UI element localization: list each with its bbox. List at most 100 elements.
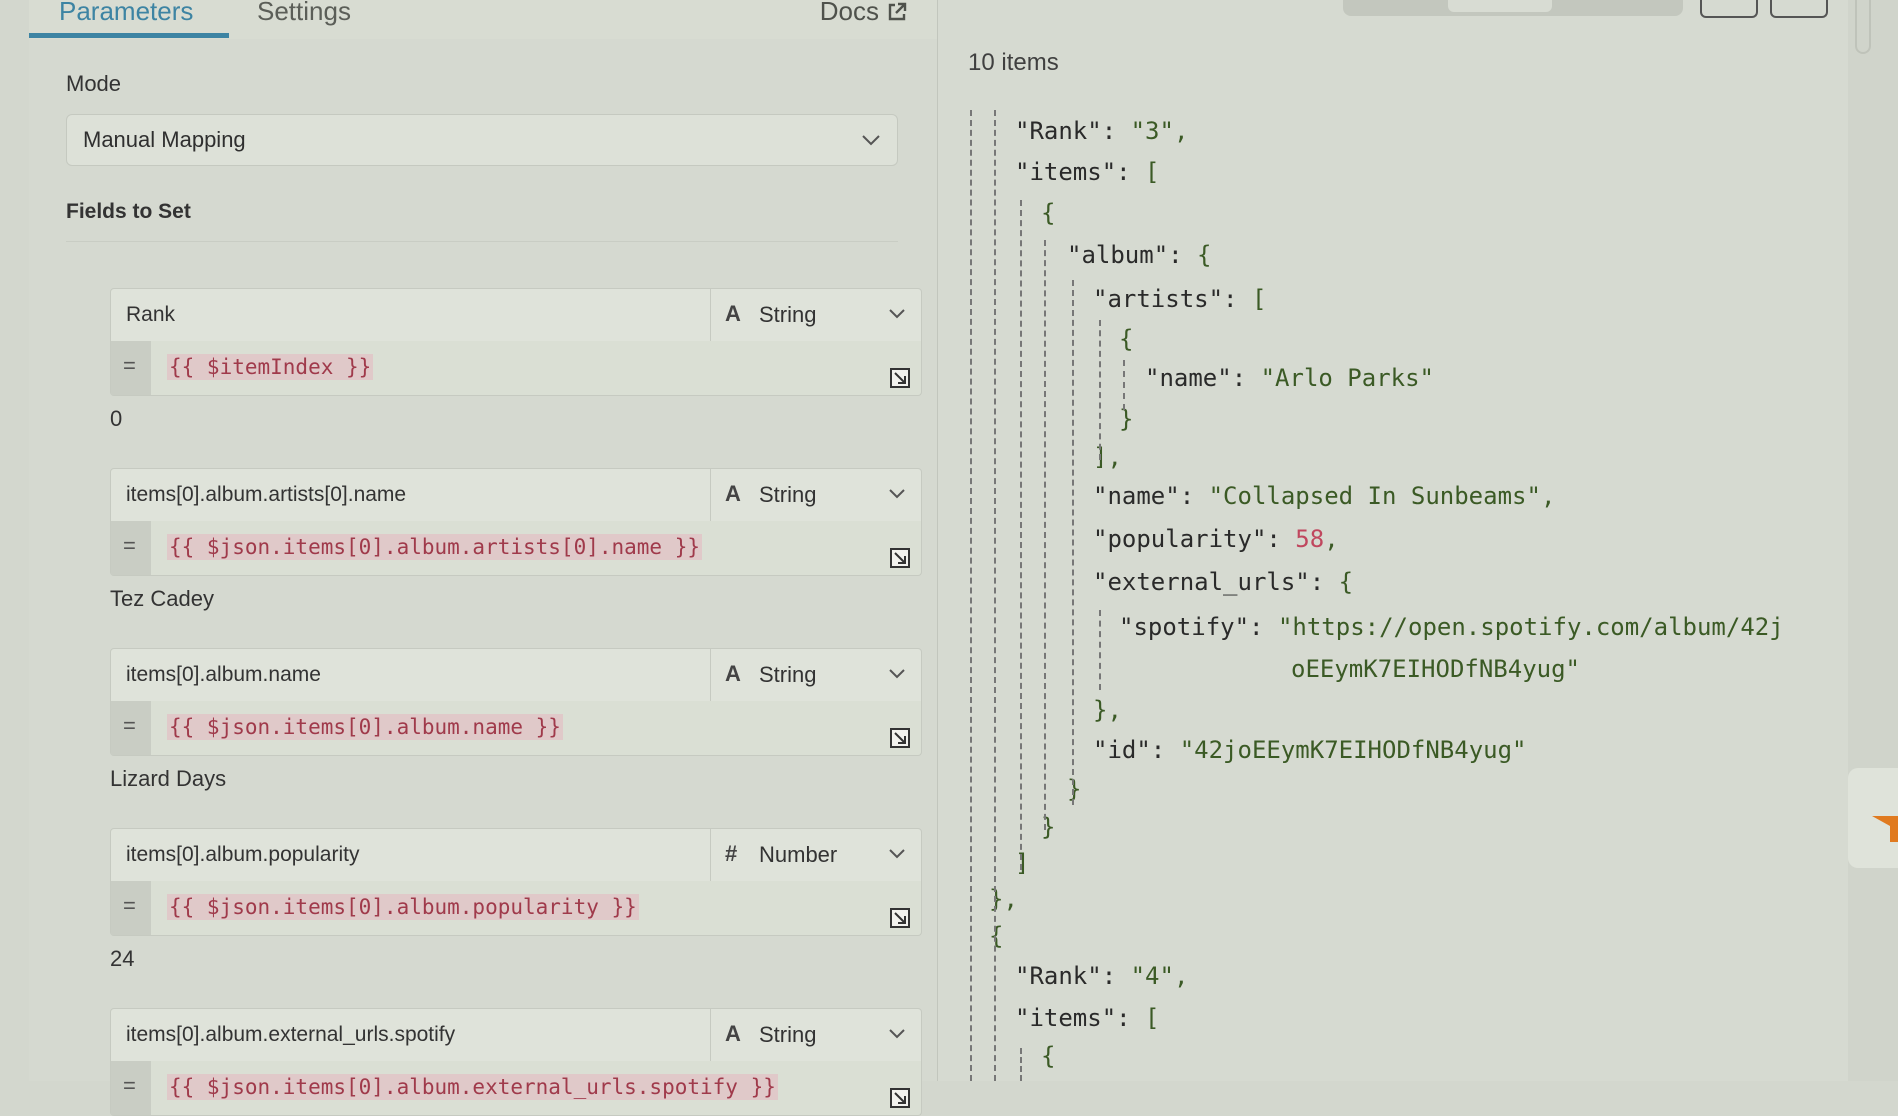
field-value-input[interactable]: = {{ $json.items[0].album.artists[0].nam… — [110, 521, 922, 576]
output-panel: "Rank": "3", "items": [{"album": {"artist… — [937, 0, 1849, 1081]
expand-icon[interactable] — [889, 1087, 911, 1109]
field-type-select[interactable]: A String — [710, 469, 922, 521]
field-name-input[interactable]: Rank A String — [110, 288, 922, 342]
floating-panel-button[interactable] — [1848, 768, 1898, 868]
json-line: "name": "Arlo Parks" — [1145, 364, 1434, 392]
field-name: Rank — [126, 303, 176, 326]
field-type-select[interactable]: A String — [710, 1009, 922, 1061]
field-expression: {{ $json.items[0].album.external_urls.sp… — [167, 1074, 778, 1100]
chevron-down-icon — [862, 135, 880, 146]
indent-guide — [1044, 240, 1046, 830]
json-line: } — [1067, 775, 1082, 803]
field-name: items[0].album.artists[0].name — [126, 483, 407, 506]
json-line: { — [1041, 1042, 1056, 1070]
json-line: "id": "42joEEymK7EIHODfNB4yug" — [1093, 736, 1527, 764]
type-icon: # — [725, 841, 738, 866]
json-line: }, — [1093, 696, 1122, 724]
type-icon: A — [725, 1021, 741, 1046]
field-name: items[0].album.popularity — [126, 843, 360, 866]
field-value-input[interactable]: = {{ $json.items[0].album.external_urls.… — [110, 1061, 922, 1116]
field-expression: {{ $itemIndex }} — [167, 354, 374, 380]
mode-label: Mode — [66, 71, 122, 96]
field-name-input[interactable]: items[0].album.external_urls.spotify A S… — [110, 1008, 922, 1062]
fields-to-set-label: Fields to Set — [66, 200, 191, 223]
expand-icon[interactable] — [889, 907, 911, 929]
field-value-input[interactable]: = {{ $itemIndex }} — [110, 341, 922, 396]
chevron-down-icon — [889, 849, 905, 859]
expand-icon[interactable] — [889, 547, 911, 569]
expand-icon[interactable] — [889, 727, 911, 749]
tab-settings[interactable]: Settings — [257, 0, 351, 27]
json-line: } — [1119, 405, 1134, 433]
expression-marker: = — [111, 341, 151, 395]
docs-label: Docs — [819, 0, 879, 26]
chevron-down-icon — [889, 489, 905, 499]
json-line: ] — [1015, 849, 1030, 877]
json-line: oEEymK7EIHODfNB4yug" — [1291, 655, 1580, 683]
field-type: String — [759, 482, 817, 507]
json-line: "external_urls": { — [1093, 568, 1354, 596]
json-line: "artists": [ — [1093, 285, 1267, 313]
field-result: Lizard Days — [110, 766, 227, 791]
field-value-input[interactable]: = {{ $json.items[0].album.name }} — [110, 701, 922, 756]
field-expression: {{ $json.items[0].album.name }} — [167, 714, 563, 740]
field-name-input[interactable]: items[0].album.artists[0].name A String — [110, 468, 922, 522]
active-tab-indicator — [29, 33, 229, 38]
type-icon: A — [725, 481, 741, 506]
indent-guide — [1072, 280, 1074, 805]
json-line: { — [989, 922, 1004, 950]
mode-value: Manual Mapping — [83, 127, 246, 152]
mode-select[interactable]: Manual Mapping — [66, 114, 898, 166]
json-line: "popularity": 58, — [1093, 525, 1339, 553]
field-type: Number — [759, 842, 838, 867]
field-name-input[interactable]: items[0].album.popularity # Number — [110, 828, 922, 882]
field-type: String — [759, 302, 817, 327]
field-result: 24 — [110, 946, 135, 971]
docs-link[interactable]: Docs — [820, 0, 907, 27]
json-output-view: "Rank": "3", "items": [{"album": {"artist… — [938, 0, 1849, 1081]
filter-icon — [1872, 816, 1898, 842]
field-value-input[interactable]: = {{ $json.items[0].album.popularity }} — [110, 881, 922, 936]
indent-guide — [970, 110, 972, 1081]
indent-guide — [1020, 200, 1022, 870]
field-type: String — [759, 662, 817, 687]
indent-guide — [994, 110, 996, 1081]
field-name: items[0].album.name — [126, 663, 321, 686]
parameters-panel: Parameters Settings Docs Mode Manual Map… — [29, 0, 937, 1116]
field-name-input[interactable]: items[0].album.name A String — [110, 648, 922, 702]
field-type-select[interactable]: A String — [710, 649, 922, 701]
type-icon: A — [725, 301, 741, 326]
field-name: items[0].album.external_urls.spotify — [126, 1023, 456, 1046]
items-count: 10 items — [968, 49, 1059, 76]
divider — [66, 241, 898, 242]
field-result: Tez Cadey — [110, 586, 214, 611]
field-result: 0 — [110, 406, 123, 431]
json-line: { — [1119, 325, 1134, 353]
tab-bar: Parameters Settings Docs — [29, 0, 937, 39]
indent-guide — [1020, 1048, 1022, 1081]
expression-marker: = — [111, 1061, 151, 1115]
indent-guide — [1099, 610, 1101, 690]
expression-marker: = — [111, 521, 151, 575]
expand-icon[interactable] — [889, 367, 911, 389]
json-line: "name": "Collapsed In Sunbeams", — [1093, 482, 1556, 510]
json-line: ], — [1093, 443, 1122, 471]
json-line: { — [1041, 199, 1056, 227]
expression-marker: = — [111, 881, 151, 935]
chevron-down-icon — [889, 1029, 905, 1039]
json-line: "items": [ — [1015, 1004, 1160, 1032]
indent-guide — [1099, 320, 1101, 460]
field-type-select[interactable]: A String — [710, 289, 922, 341]
tab-parameters[interactable]: Parameters — [59, 0, 193, 27]
right-edge — [1848, 0, 1898, 1081]
json-line: "spotify": "https://open.spotify.com/alb… — [1119, 613, 1784, 641]
field-type: String — [759, 1022, 817, 1047]
chevron-down-icon — [889, 309, 905, 319]
field-expression: {{ $json.items[0].album.artists[0].name … — [167, 534, 703, 560]
external-link-icon — [888, 2, 907, 20]
field-type-select[interactable]: # Number — [710, 829, 922, 881]
expression-marker: = — [111, 701, 151, 755]
json-line: "items": [ — [1015, 158, 1160, 186]
json-line: "Rank": "4", — [1015, 962, 1189, 990]
scrollbar[interactable] — [1855, 0, 1871, 54]
